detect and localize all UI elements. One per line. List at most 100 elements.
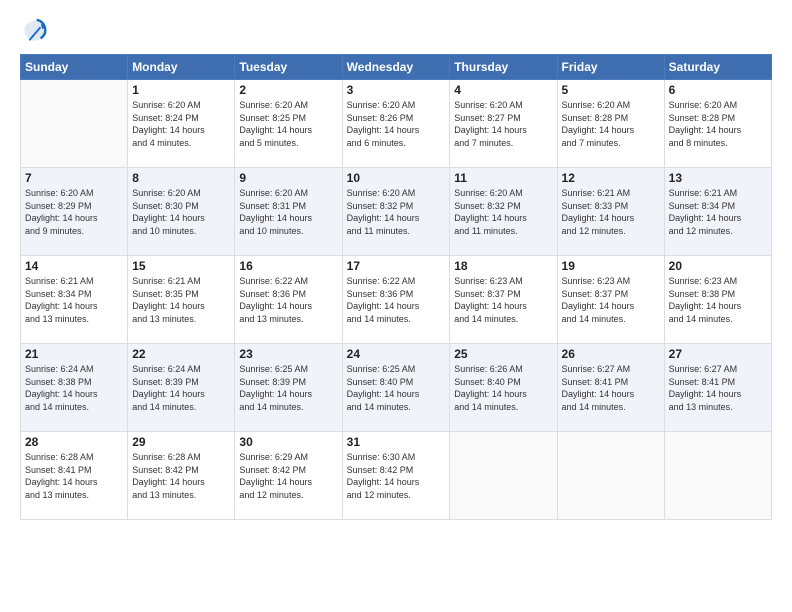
- day-number: 4: [454, 83, 552, 97]
- day-info: Sunrise: 6:26 AM Sunset: 8:40 PM Dayligh…: [454, 363, 552, 413]
- calendar-cell: 21 Sunrise: 6:24 AM Sunset: 8:38 PM Dayli…: [21, 344, 128, 432]
- calendar-cell: 27 Sunrise: 6:27 AM Sunset: 8:41 PM Dayli…: [664, 344, 771, 432]
- day-number: 10: [347, 171, 446, 185]
- calendar-cell: 5 Sunrise: 6:20 AM Sunset: 8:28 PM Daylig…: [557, 80, 664, 168]
- calendar-cell: 23 Sunrise: 6:25 AM Sunset: 8:39 PM Dayli…: [235, 344, 342, 432]
- calendar-cell: 17 Sunrise: 6:22 AM Sunset: 8:36 PM Dayli…: [342, 256, 450, 344]
- weekday-header-friday: Friday: [557, 55, 664, 80]
- week-row-5: 28 Sunrise: 6:28 AM Sunset: 8:41 PM Dayli…: [21, 432, 772, 520]
- day-number: 12: [562, 171, 660, 185]
- weekday-header-thursday: Thursday: [450, 55, 557, 80]
- day-number: 19: [562, 259, 660, 273]
- day-info: Sunrise: 6:28 AM Sunset: 8:41 PM Dayligh…: [25, 451, 123, 501]
- calendar-cell: 25 Sunrise: 6:26 AM Sunset: 8:40 PM Dayli…: [450, 344, 557, 432]
- calendar-cell: [664, 432, 771, 520]
- calendar-cell: 9 Sunrise: 6:20 AM Sunset: 8:31 PM Daylig…: [235, 168, 342, 256]
- day-number: 24: [347, 347, 446, 361]
- calendar-cell: 2 Sunrise: 6:20 AM Sunset: 8:25 PM Daylig…: [235, 80, 342, 168]
- day-info: Sunrise: 6:20 AM Sunset: 8:31 PM Dayligh…: [239, 187, 337, 237]
- week-row-1: 1 Sunrise: 6:20 AM Sunset: 8:24 PM Daylig…: [21, 80, 772, 168]
- day-number: 8: [132, 171, 230, 185]
- day-number: 9: [239, 171, 337, 185]
- calendar-cell: 16Sunrise: 6:22 AM Sunset: 8:36 PM Dayli…: [235, 256, 342, 344]
- calendar-cell: 4 Sunrise: 6:20 AM Sunset: 8:27 PM Daylig…: [450, 80, 557, 168]
- day-info: Sunrise: 6:20 AM Sunset: 8:28 PM Dayligh…: [562, 99, 660, 149]
- day-number: 21: [25, 347, 123, 361]
- calendar: SundayMondayTuesdayWednesdayThursdayFrid…: [20, 54, 772, 520]
- weekday-header-wednesday: Wednesday: [342, 55, 450, 80]
- weekday-header-monday: Monday: [128, 55, 235, 80]
- day-number: 29: [132, 435, 230, 449]
- day-number: 23: [239, 347, 337, 361]
- calendar-cell: 6 Sunrise: 6:20 AM Sunset: 8:28 PM Daylig…: [664, 80, 771, 168]
- calendar-cell: 29Sunrise: 6:28 AM Sunset: 8:42 PM Dayli…: [128, 432, 235, 520]
- day-number: 27: [669, 347, 767, 361]
- page: SundayMondayTuesdayWednesdayThursdayFrid…: [0, 0, 792, 612]
- day-info: Sunrise: 6:20 AM Sunset: 8:24 PM Dayligh…: [132, 99, 230, 149]
- day-info: Sunrise: 6:25 AM Sunset: 8:39 PM Dayligh…: [239, 363, 337, 413]
- day-info: Sunrise: 6:25 AM Sunset: 8:40 PM Dayligh…: [347, 363, 446, 413]
- weekday-header-row: SundayMondayTuesdayWednesdayThursdayFrid…: [21, 55, 772, 80]
- day-number: 14: [25, 259, 123, 273]
- calendar-cell: 1 Sunrise: 6:20 AM Sunset: 8:24 PM Daylig…: [128, 80, 235, 168]
- calendar-cell: 11 Sunrise: 6:20 AM Sunset: 8:32 PM Dayli…: [450, 168, 557, 256]
- calendar-cell: 26Sunrise: 6:27 AM Sunset: 8:41 PM Dayli…: [557, 344, 664, 432]
- calendar-cell: 24 Sunrise: 6:25 AM Sunset: 8:40 PM Dayli…: [342, 344, 450, 432]
- calendar-cell: 31 Sunrise: 6:30 AM Sunset: 8:42 PM Dayli…: [342, 432, 450, 520]
- day-info: Sunrise: 6:20 AM Sunset: 8:30 PM Dayligh…: [132, 187, 230, 237]
- day-info: Sunrise: 6:27 AM Sunset: 8:41 PM Dayligh…: [669, 363, 767, 413]
- calendar-cell: 10Sunrise: 6:20 AM Sunset: 8:32 PM Dayli…: [342, 168, 450, 256]
- day-info: Sunrise: 6:20 AM Sunset: 8:27 PM Dayligh…: [454, 99, 552, 149]
- calendar-cell: 8 Sunrise: 6:20 AM Sunset: 8:30 PM Daylig…: [128, 168, 235, 256]
- day-number: 25: [454, 347, 552, 361]
- day-number: 18: [454, 259, 552, 273]
- calendar-cell: [450, 432, 557, 520]
- week-row-2: 7Sunrise: 6:20 AM Sunset: 8:29 PM Daylig…: [21, 168, 772, 256]
- day-number: 15: [132, 259, 230, 273]
- day-number: 30: [239, 435, 337, 449]
- day-number: 22: [132, 347, 230, 361]
- day-info: Sunrise: 6:21 AM Sunset: 8:35 PM Dayligh…: [132, 275, 230, 325]
- day-info: Sunrise: 6:30 AM Sunset: 8:42 PM Dayligh…: [347, 451, 446, 501]
- day-info: Sunrise: 6:23 AM Sunset: 8:38 PM Dayligh…: [669, 275, 767, 325]
- day-number: 31: [347, 435, 446, 449]
- day-info: Sunrise: 6:24 AM Sunset: 8:38 PM Dayligh…: [25, 363, 123, 413]
- weekday-header-sunday: Sunday: [21, 55, 128, 80]
- calendar-cell: [21, 80, 128, 168]
- day-number: 1: [132, 83, 230, 97]
- day-info: Sunrise: 6:20 AM Sunset: 8:25 PM Dayligh…: [239, 99, 337, 149]
- day-info: Sunrise: 6:21 AM Sunset: 8:34 PM Dayligh…: [25, 275, 123, 325]
- day-number: 17: [347, 259, 446, 273]
- day-number: 11: [454, 171, 552, 185]
- day-info: Sunrise: 6:29 AM Sunset: 8:42 PM Dayligh…: [239, 451, 337, 501]
- day-info: Sunrise: 6:22 AM Sunset: 8:36 PM Dayligh…: [347, 275, 446, 325]
- day-info: Sunrise: 6:20 AM Sunset: 8:28 PM Dayligh…: [669, 99, 767, 149]
- day-number: 13: [669, 171, 767, 185]
- day-info: Sunrise: 6:20 AM Sunset: 8:29 PM Dayligh…: [25, 187, 123, 237]
- calendar-cell: 7Sunrise: 6:20 AM Sunset: 8:29 PM Daylig…: [21, 168, 128, 256]
- day-number: 16: [239, 259, 337, 273]
- day-number: 5: [562, 83, 660, 97]
- day-number: 20: [669, 259, 767, 273]
- day-number: 6: [669, 83, 767, 97]
- weekday-header-tuesday: Tuesday: [235, 55, 342, 80]
- day-number: 28: [25, 435, 123, 449]
- day-info: Sunrise: 6:23 AM Sunset: 8:37 PM Dayligh…: [562, 275, 660, 325]
- day-info: Sunrise: 6:23 AM Sunset: 8:37 PM Dayligh…: [454, 275, 552, 325]
- calendar-cell: 18 Sunrise: 6:23 AM Sunset: 8:37 PM Dayli…: [450, 256, 557, 344]
- week-row-4: 21 Sunrise: 6:24 AM Sunset: 8:38 PM Dayli…: [21, 344, 772, 432]
- day-info: Sunrise: 6:24 AM Sunset: 8:39 PM Dayligh…: [132, 363, 230, 413]
- day-info: Sunrise: 6:21 AM Sunset: 8:34 PM Dayligh…: [669, 187, 767, 237]
- calendar-cell: 12Sunrise: 6:21 AM Sunset: 8:33 PM Dayli…: [557, 168, 664, 256]
- day-number: 2: [239, 83, 337, 97]
- day-info: Sunrise: 6:20 AM Sunset: 8:32 PM Dayligh…: [454, 187, 552, 237]
- day-info: Sunrise: 6:20 AM Sunset: 8:26 PM Dayligh…: [347, 99, 446, 149]
- weekday-header-saturday: Saturday: [664, 55, 771, 80]
- calendar-cell: 20 Sunrise: 6:23 AM Sunset: 8:38 PM Dayli…: [664, 256, 771, 344]
- logo-icon: [20, 16, 48, 44]
- calendar-cell: 13 Sunrise: 6:21 AM Sunset: 8:34 PM Dayli…: [664, 168, 771, 256]
- calendar-cell: 15 Sunrise: 6:21 AM Sunset: 8:35 PM Dayli…: [128, 256, 235, 344]
- calendar-cell: 22 Sunrise: 6:24 AM Sunset: 8:39 PM Dayli…: [128, 344, 235, 432]
- calendar-cell: 19 Sunrise: 6:23 AM Sunset: 8:37 PM Dayli…: [557, 256, 664, 344]
- week-row-3: 14 Sunrise: 6:21 AM Sunset: 8:34 PM Dayli…: [21, 256, 772, 344]
